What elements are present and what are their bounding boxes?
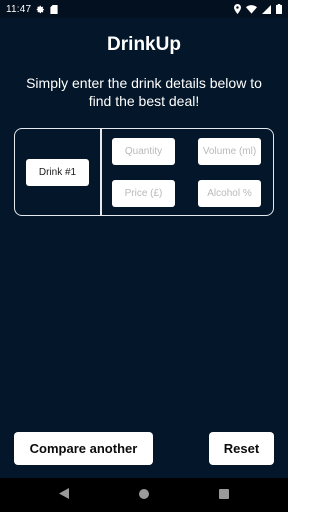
alcohol-input[interactable]	[198, 180, 261, 207]
reset-button[interactable]: Reset	[209, 432, 274, 465]
nav-back-button[interactable]	[44, 478, 84, 512]
status-bar: 11:47	[0, 0, 288, 18]
page-title: DrinkUp	[107, 34, 181, 55]
recents-icon	[219, 486, 229, 504]
cell-signal-icon	[262, 4, 271, 14]
battery-icon	[276, 4, 282, 14]
page-subtitle: Simply enter the drink details below to …	[26, 75, 262, 109]
navigation-bar	[0, 478, 288, 512]
compare-another-button[interactable]: Compare another	[14, 432, 153, 465]
gear-icon	[36, 5, 45, 14]
home-icon	[139, 486, 149, 504]
back-icon	[59, 486, 69, 504]
location-icon	[234, 4, 241, 14]
nav-recents-button[interactable]	[204, 478, 244, 512]
drink-entry-card: Drink #1	[14, 128, 274, 216]
status-left: 11:47	[6, 4, 58, 15]
wifi-icon	[246, 4, 257, 14]
nav-home-button[interactable]	[124, 478, 164, 512]
quantity-input[interactable]	[112, 138, 175, 165]
sd-card-icon	[50, 4, 58, 14]
volume-input[interactable]	[198, 138, 261, 165]
status-time: 11:47	[6, 3, 32, 15]
price-input[interactable]	[112, 180, 175, 207]
card-divider	[100, 129, 102, 215]
status-right	[234, 4, 282, 14]
app-screen: 11:47 DrinkUp Simply enter the drink det…	[0, 0, 288, 512]
drink-label: Drink #1	[26, 159, 89, 186]
